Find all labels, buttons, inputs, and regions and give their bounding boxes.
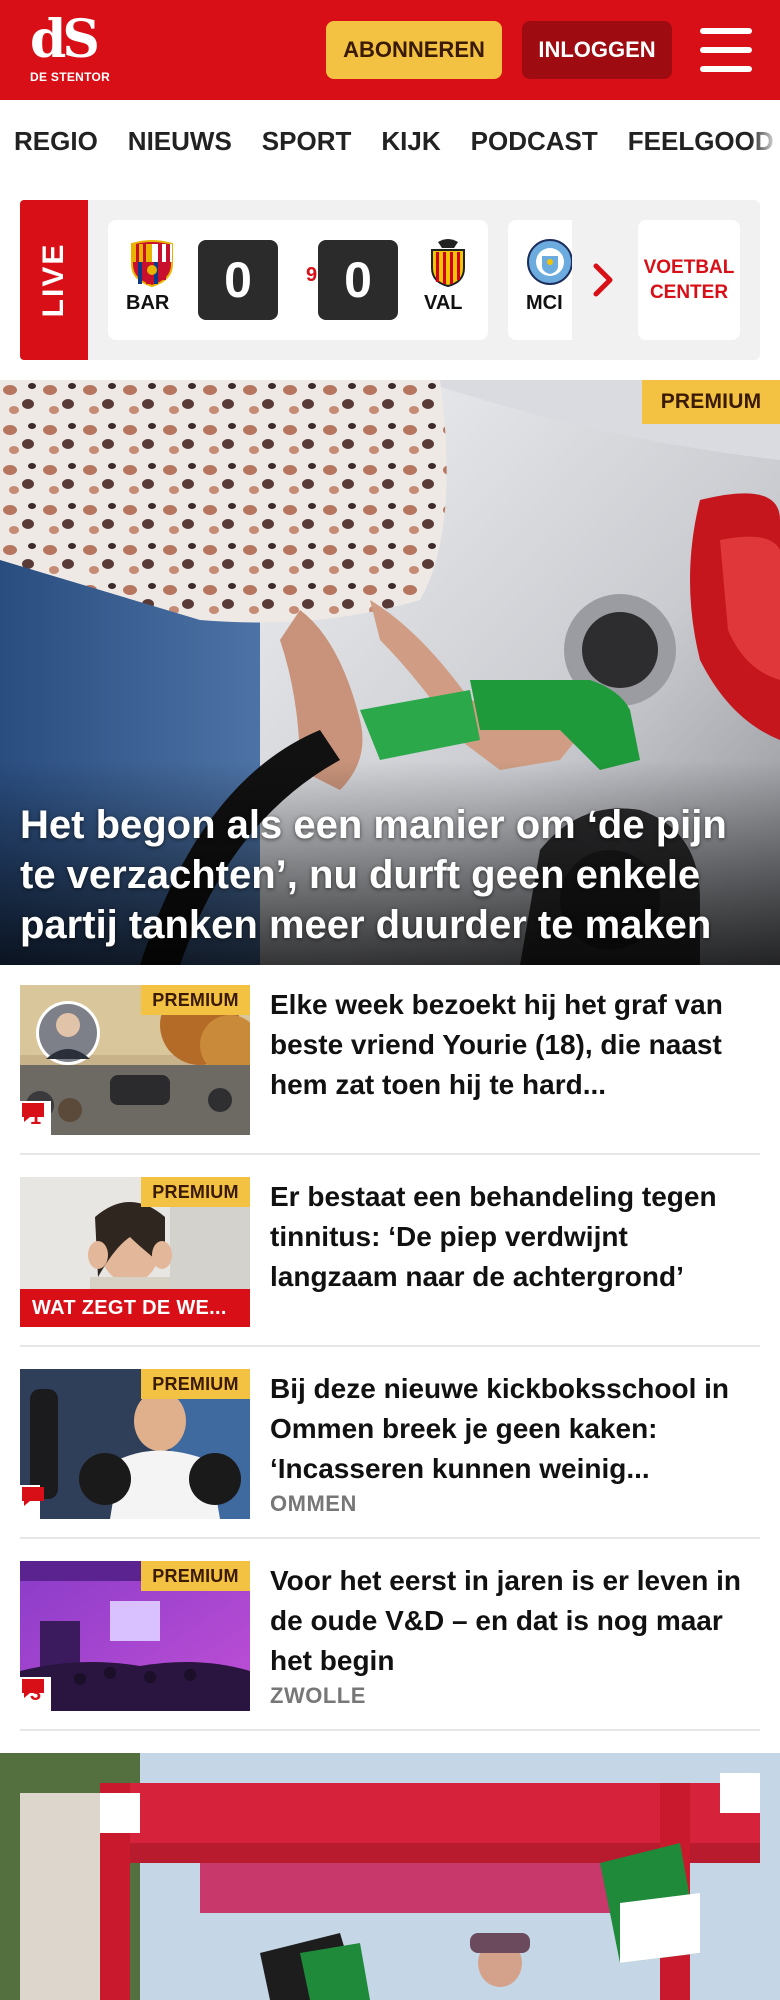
article-headline[interactable]: Voor het eerst in jaren is er leven in d… xyxy=(270,1561,760,1681)
main-navigation: REGIO NIEUWS SPORT KIJK PODCAST FEELGOOD xyxy=(0,100,780,182)
next-article-image[interactable] xyxy=(0,1753,780,2000)
voetbal-center-button[interactable]: VOETBAL CENTER xyxy=(638,220,740,340)
logo-mark: dS xyxy=(30,9,100,70)
logo-subtitle: DE STENTOR xyxy=(30,70,111,84)
premium-badge: PREMIUM xyxy=(642,380,780,424)
hero-headline[interactable]: Het begon als een manier om ‘de pijn te … xyxy=(20,800,760,950)
premium-badge: PREMIUM xyxy=(141,985,250,1015)
article-item[interactable]: PREMIUM 1 Elke week bezoekt hij het graf… xyxy=(20,965,760,1155)
article-location[interactable]: OMMEN xyxy=(270,1491,357,1517)
next-team-code: MCI xyxy=(526,292,563,314)
chevron-right-icon[interactable] xyxy=(592,262,614,298)
home-team-code: BAR xyxy=(126,292,170,314)
nav-item-podcast[interactable]: PODCAST xyxy=(471,126,598,157)
live-label: LIVE xyxy=(37,242,70,318)
match-card-next[interactable]: MCI xyxy=(508,220,572,340)
article-thumbnail: PREMIUM 1 xyxy=(20,985,250,1135)
premium-badge: PREMIUM xyxy=(141,1561,250,1591)
comment-count-tag[interactable]: 3 xyxy=(20,1677,52,1711)
hero-article[interactable]: PREMIUM Het begon als een manier om ‘de … xyxy=(0,380,780,965)
comment-icon xyxy=(22,1679,44,1698)
nav-item-sport[interactable]: SPORT xyxy=(262,126,352,157)
live-scores-widget: LIVE BAR 0 9' 0 VAL MCI VOETBAL CENTER xyxy=(20,200,760,360)
comment-icon xyxy=(22,1103,44,1122)
top-bar: dS DE STENTOR ABONNEREN INLOGGEN xyxy=(0,0,780,100)
article-item[interactable]: PREMIUM Bij deze nieuwe kickboksschool i… xyxy=(20,1349,760,1539)
away-team-code: VAL xyxy=(424,292,463,314)
live-tag: LIVE xyxy=(20,200,88,360)
valencia-crest-icon xyxy=(431,239,465,288)
article-item[interactable]: PREMIUM WAT ZEGT DE WE... Er bestaat een… xyxy=(20,1157,760,1347)
premium-badge: PREMIUM xyxy=(141,1369,250,1399)
away-score: 0 xyxy=(318,240,398,320)
article-headline[interactable]: Er bestaat een behandeling tegen tinnitu… xyxy=(270,1177,760,1297)
site-logo[interactable]: dS DE STENTOR xyxy=(30,14,112,88)
comment-count-tag[interactable] xyxy=(20,1485,44,1519)
premium-badge: PREMIUM xyxy=(141,1177,250,1207)
nav-item-kijk[interactable]: KIJK xyxy=(381,126,440,157)
barcelona-crest-icon xyxy=(131,240,173,288)
article-thumbnail: PREMIUM xyxy=(20,1369,250,1519)
article-thumbnail: PREMIUM WAT ZEGT DE WE... xyxy=(20,1177,250,1327)
section-label[interactable]: WAT ZEGT DE WE... xyxy=(20,1289,250,1327)
subscribe-button[interactable]: ABONNEREN xyxy=(326,21,502,79)
article-headline[interactable]: Elke week bezoekt hij het graf van beste… xyxy=(270,985,760,1105)
manchester-city-crest-icon xyxy=(527,239,572,285)
nav-fade xyxy=(750,100,780,182)
article-item[interactable]: PREMIUM 3 Voor het eerst in jaren is er … xyxy=(20,1541,760,1731)
article-headline[interactable]: Bij deze nieuwe kickboksschool in Ommen … xyxy=(270,1369,760,1489)
cycling-finish-image xyxy=(0,1753,780,2000)
home-score: 0 xyxy=(198,240,278,320)
comment-icon xyxy=(22,1487,44,1506)
comment-count-tag[interactable]: 1 xyxy=(20,1101,52,1135)
nav-item-regio[interactable]: REGIO xyxy=(14,126,98,157)
article-thumbnail: PREMIUM 3 xyxy=(20,1561,250,1711)
login-button[interactable]: INLOGGEN xyxy=(522,21,672,79)
article-location[interactable]: ZWOLLE xyxy=(270,1683,366,1709)
match-card[interactable]: BAR 0 9' 0 VAL xyxy=(108,220,488,340)
nav-item-nieuws[interactable]: NIEUWS xyxy=(128,126,232,157)
hamburger-icon[interactable] xyxy=(700,28,752,72)
